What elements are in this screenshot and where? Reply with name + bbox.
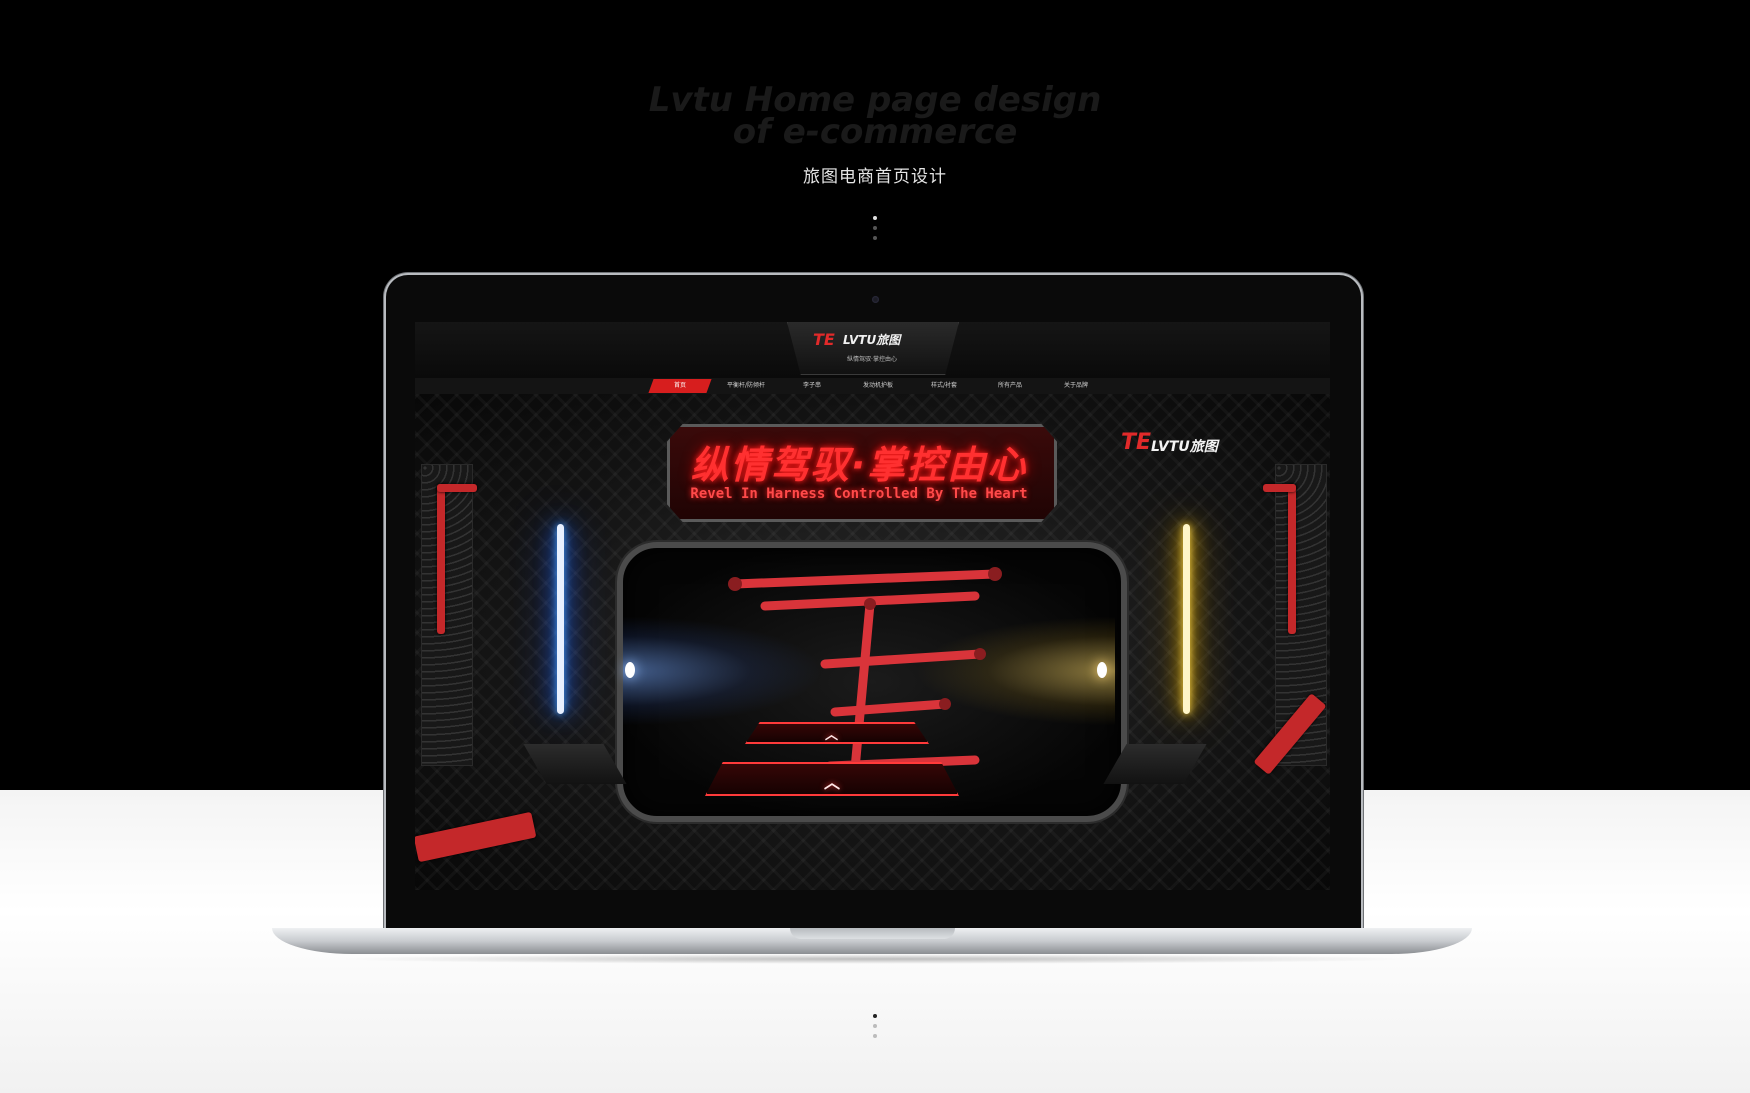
nav-item-home[interactable]: 首页 <box>648 379 712 393</box>
scroll-indicator-top <box>871 216 879 246</box>
nav-item-label: 首页 <box>673 382 686 389</box>
indicator-dot <box>873 236 877 240</box>
hero-banner[interactable]: 纵情驾驭·掌控由心 Revel In Harness Controlled By… <box>415 394 1330 890</box>
site-slogan: 纵情驾驭·掌控由心 <box>847 356 897 363</box>
nav-item-about-brand[interactable]: 关于品牌 <box>1044 379 1107 393</box>
indicator-dot <box>873 1034 877 1038</box>
chevron-up-icon[interactable]: ︿ <box>824 769 840 793</box>
strut-bar-right <box>1263 484 1296 492</box>
laptop-shadow <box>330 954 1420 964</box>
scroll-indicator-bottom <box>871 1014 879 1044</box>
nav-item-label: 关于品牌 <box>1063 382 1088 389</box>
nav-item-label: 李子串 <box>802 382 821 389</box>
nav-item-strings[interactable]: 李子串 <box>780 379 843 393</box>
indicator-dot <box>873 226 877 230</box>
site-logo[interactable]: LVTU旅图 <box>843 331 900 348</box>
banner-headline-cn: 纵情驾驭·掌控由心 <box>690 443 1028 487</box>
lamp-right <box>1097 662 1107 678</box>
nav-item-label: 发动机护板 <box>862 382 893 389</box>
chevron-up-icon[interactable]: ︿ <box>825 724 838 743</box>
banner-brand-logo: LVTU旅图 <box>1151 439 1218 455</box>
neon-tube-yellow <box>1183 524 1190 714</box>
laptop-notch <box>790 928 955 939</box>
perforated-panel-left <box>421 464 473 766</box>
nav-item-all-products[interactable]: 所有产品 <box>978 379 1041 393</box>
nav-item-label: 所有产品 <box>997 382 1022 389</box>
neon-tube-blue <box>557 524 564 714</box>
hero-title-line2: of e-commerce <box>732 112 1018 152</box>
webcam <box>872 296 879 303</box>
nav-item-balance-bar[interactable]: 平衡杆/防倾杆 <box>714 379 777 393</box>
strut-bar-right <box>1288 484 1296 634</box>
nav-item-label: 样式/衬套 <box>930 382 958 389</box>
indicator-dot <box>873 1014 877 1018</box>
strut-bar-left <box>437 484 445 634</box>
indicator-dot <box>873 1024 877 1028</box>
lamp-left <box>625 662 635 678</box>
strut-bar-left <box>437 484 477 492</box>
nav-item-bushing[interactable]: 样式/衬套 <box>912 379 975 393</box>
te-logo-icon[interactable]: TE <box>813 330 835 349</box>
nav-item-label: 平衡杆/防倾杆 <box>726 382 766 389</box>
banner-headline-en: Revel In Harness Controlled By The Heart <box>690 486 1028 502</box>
hero-subtitle: 旅图电商首页设计 <box>803 167 947 187</box>
te-logo-icon: TE <box>1121 430 1152 455</box>
indicator-dot <box>873 216 877 220</box>
laptop-screen: TE LVTU旅图 纵情驾驭·掌控由心 首页 平衡杆/防倾杆 李子串 发动机护板… <box>415 322 1330 890</box>
nav-item-engine-guard[interactable]: 发动机护板 <box>846 379 909 393</box>
